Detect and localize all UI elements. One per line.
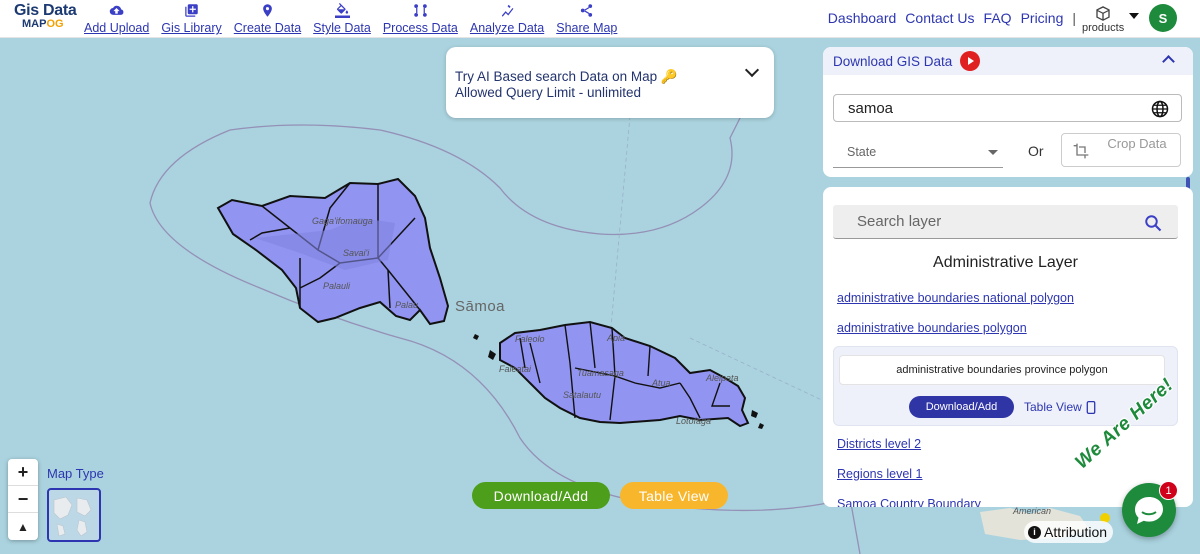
- layer-link[interactable]: Regions level 1: [837, 467, 922, 481]
- nav-gis-library[interactable]: Gis Library: [155, 3, 227, 35]
- place-label: Satalautu: [563, 390, 602, 400]
- panel-title: Download GIS Data: [833, 53, 953, 69]
- nav-add-upload[interactable]: Add Upload: [78, 3, 155, 35]
- table-view-button[interactable]: Table View: [620, 482, 728, 509]
- attribution-button[interactable]: i Attribution: [1024, 521, 1114, 543]
- zoom-in-button[interactable]: +: [8, 459, 38, 486]
- logo[interactable]: Gis Data MAPOG: [14, 3, 77, 30]
- section-title: Administrative Layer: [933, 254, 1078, 271]
- info-icon: i: [1028, 525, 1041, 539]
- download-gis-panel: Download GIS Data samoa State Or Crop Da…: [823, 47, 1193, 177]
- layer-link[interactable]: Districts level 2: [837, 437, 921, 451]
- nav-share-map[interactable]: Share Map: [550, 3, 623, 35]
- nav-analyze-data[interactable]: Analyze Data: [464, 3, 550, 35]
- cube-icon: [1096, 6, 1110, 21]
- ai-query-limit: Allowed Query Limit - unlimited: [455, 85, 642, 100]
- nav-process-data[interactable]: Process Data: [377, 3, 464, 35]
- cloud-upload-icon: [109, 5, 124, 15]
- main-nav: Add Upload Gis Library Create Data Style…: [78, 3, 623, 35]
- layer-link[interactable]: administrative boundaries polygon: [837, 321, 1027, 335]
- youtube-icon[interactable]: [960, 51, 981, 71]
- place-label: Savai'i: [343, 248, 370, 258]
- place-label: Faleolo: [515, 334, 545, 344]
- analyze-icon: [501, 4, 513, 17]
- phone-icon: [1086, 400, 1096, 414]
- products-menu[interactable]: products: [1082, 5, 1124, 34]
- globe-icon[interactable]: [1151, 100, 1169, 118]
- place-label: Gaga'ifomauga: [312, 216, 373, 226]
- dropdown-arrow-icon: [988, 150, 998, 155]
- layer-card-name: administrative boundaries province polyg…: [839, 355, 1165, 385]
- nav-create-data[interactable]: Create Data: [228, 3, 307, 35]
- layer-link[interactable]: administrative boundaries national polyg…: [837, 291, 1074, 305]
- place-label: Aleipata: [706, 373, 739, 383]
- nav-style-data[interactable]: Style Data: [307, 3, 377, 35]
- ai-search-box[interactable]: Try AI Based search Data on Map 🔑 Allowe…: [446, 47, 774, 118]
- crop-icon: [1073, 143, 1089, 159]
- search-icon[interactable]: [1144, 214, 1162, 232]
- layer-search-input[interactable]: Search layer: [833, 205, 1178, 239]
- place-label: Palau: [395, 300, 419, 310]
- faq-link[interactable]: FAQ: [984, 10, 1012, 26]
- header-links: Dashboard Contact Us FAQ Pricing |: [828, 10, 1076, 26]
- paint-bucket-icon: [334, 3, 350, 18]
- notification-badge: 1: [1159, 481, 1178, 500]
- key-icon: 🔑: [660, 69, 678, 84]
- products-caret-icon[interactable]: [1129, 13, 1139, 19]
- place-label: American: [1013, 506, 1052, 516]
- ai-search-title: Try AI Based search Data on Map: [455, 69, 658, 84]
- map-type-thumbnail[interactable]: [47, 488, 101, 542]
- user-avatar[interactable]: S: [1149, 4, 1177, 32]
- place-label: Apia: [607, 333, 626, 343]
- place-label: Faleatai: [499, 364, 532, 374]
- country-search-input[interactable]: samoa: [833, 94, 1182, 122]
- library-add-icon: [185, 4, 198, 17]
- reset-north-button[interactable]: ▲: [8, 513, 38, 540]
- or-text: Or: [1028, 143, 1044, 159]
- zoom-controls: + − ▲: [8, 459, 38, 540]
- map-type-label: Map Type: [47, 466, 104, 481]
- share-icon: [581, 4, 593, 17]
- place-label: Lotofaga: [676, 416, 712, 426]
- place-label: Atua: [652, 378, 671, 388]
- download-add-button[interactable]: Download/Add: [472, 482, 610, 509]
- zoom-out-button[interactable]: −: [8, 486, 38, 513]
- top-navbar: Gis Data MAPOG Add Upload Gis Library Cr…: [0, 0, 1200, 38]
- dashboard-link[interactable]: Dashboard: [828, 10, 897, 26]
- pricing-link[interactable]: Pricing: [1021, 10, 1064, 26]
- place-label: Palauli: [323, 281, 351, 291]
- place-label: Tuamasaga: [577, 368, 624, 378]
- layer-panel: Search layer Administrative Layer admini…: [823, 187, 1193, 507]
- layer-table-view-button[interactable]: Table View: [1024, 400, 1096, 414]
- process-icon: [414, 4, 427, 17]
- country-label: Sāmoa: [455, 298, 506, 315]
- layer-download-button[interactable]: Download/Add: [909, 396, 1014, 418]
- layer-link[interactable]: Samoa Country Boundary: [837, 497, 981, 507]
- crop-data-button[interactable]: Crop Data: [1061, 133, 1181, 167]
- separator: |: [1072, 10, 1076, 26]
- map-pin-icon: [263, 4, 272, 17]
- contact-link[interactable]: Contact Us: [905, 10, 974, 26]
- panel-header[interactable]: Download GIS Data: [823, 47, 1193, 75]
- state-select[interactable]: State: [833, 136, 1003, 168]
